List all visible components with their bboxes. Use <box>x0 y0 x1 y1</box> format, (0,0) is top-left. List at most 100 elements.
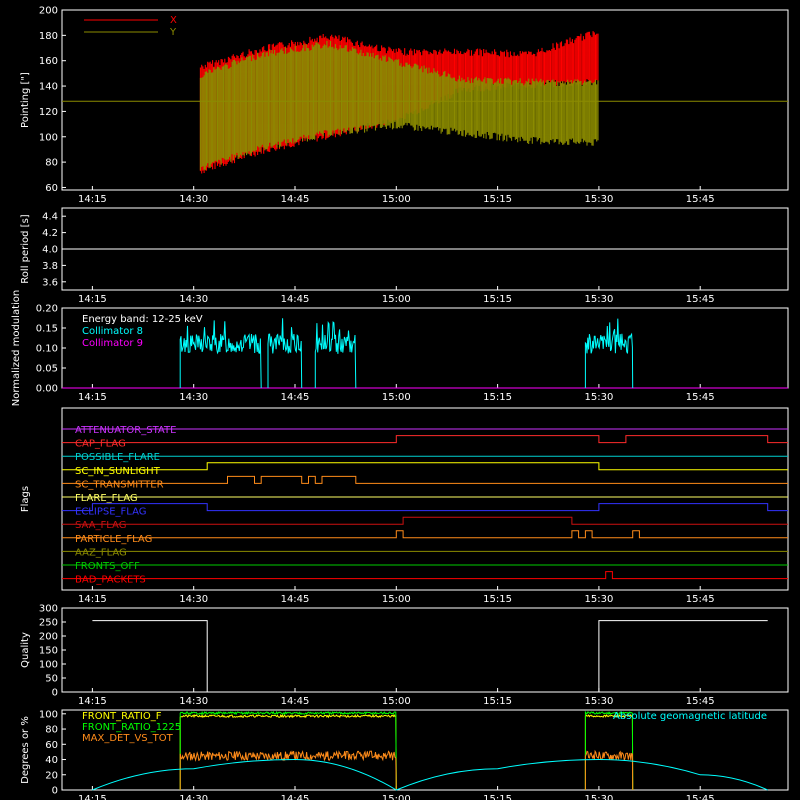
flag-label: PARTICLE_FLAG <box>75 534 152 545</box>
y-tick-label: 0.05 <box>36 364 58 375</box>
y-tick-label: 0 <box>52 786 58 797</box>
y-tick-label: 3.6 <box>42 277 58 288</box>
flag-label: FLARE_FLAG <box>75 493 138 504</box>
x-tick-label: 14:15 <box>78 794 107 800</box>
panel-3: 14:15 14:30 14:45 15:00 15:15 15:30 15:45 0.00 0… <box>11 290 789 407</box>
x-tick-label: 15:30 <box>584 594 613 605</box>
panel-6: 14:15 14:30 14:45 15:00 15:15 15:30 15:45 0 20 40… <box>20 709 789 800</box>
x-tick-label: 15:30 <box>584 696 613 707</box>
panel-2: 14:15 14:30 14:45 15:00 15:15 15:30 15:45 3.6 3.… <box>20 207 789 305</box>
x-tick-label: 15:15 <box>483 392 512 403</box>
series-absolute-geomagnetic-latitude <box>92 758 768 791</box>
flag-label: AAZ_FLAG <box>75 547 127 558</box>
series-front-ratio-f <box>179 713 397 791</box>
y-tick-label: 80 <box>45 158 58 169</box>
multi-panel-chart: 14:15 14:30 14:45 15:00 15:15 15:30 15:45 60 80 1… <box>11 6 789 800</box>
x-tick-label: 15:30 <box>584 392 613 403</box>
flag-label: SC_IN_SUNLIGHT <box>75 466 161 477</box>
legend-label: FRONT_RATIO_1225 <box>82 722 181 733</box>
x-tick-label: 15:15 <box>483 594 512 605</box>
x-tick-label: 15:45 <box>686 794 715 800</box>
y-tick-label: 200 <box>39 632 58 643</box>
x-tick-label: 14:15 <box>78 392 107 403</box>
flag-line-eclipse-flag <box>62 503 788 512</box>
y-axis-label: Normalized modulation <box>11 290 22 407</box>
x-tick-label: 14:45 <box>281 392 310 403</box>
y-tick-label: 4.4 <box>42 212 58 223</box>
y-axis-label: Pointing ["] <box>20 72 31 128</box>
y-tick-label: 100 <box>39 132 58 143</box>
x-tick-label: 15:30 <box>584 294 613 305</box>
y-tick-label: 250 <box>39 618 58 629</box>
y-tick-label: 200 <box>39 6 58 17</box>
y-tick-label: 60 <box>45 183 58 194</box>
legend-label-y: Y <box>169 27 177 38</box>
flag-label: SC_TRANSMITTER <box>75 479 164 490</box>
x-tick-label: 14:15 <box>78 594 107 605</box>
x-tick-label: 14:15 <box>78 194 107 205</box>
flag-label: ECLIPSE_FLAG <box>75 507 146 518</box>
collimator-8-segment <box>314 320 357 389</box>
x-tick-label: 15:00 <box>382 794 411 800</box>
x-tick-label: 15:00 <box>382 194 411 205</box>
y-tick-label: 40 <box>45 755 58 766</box>
y-tick-label: 120 <box>39 107 58 118</box>
flag-label: ATTENUATOR_STATE <box>75 425 176 436</box>
legend-title: Energy band: 12-25 keV <box>82 314 203 325</box>
legend-label-x: X <box>170 15 177 26</box>
x-tick-label: 15:45 <box>686 194 715 205</box>
x-tick-label: 15:30 <box>584 194 613 205</box>
legend-label: Collimator 9 <box>82 338 143 349</box>
x-tick-label: 15:30 <box>584 794 613 800</box>
x-tick-label: 15:00 <box>382 696 411 707</box>
x-tick-label: 15:45 <box>686 294 715 305</box>
y-tick-label: 0.15 <box>36 324 58 335</box>
y-axis-label: Degrees or % <box>20 716 31 784</box>
panel-4: 14:15 14:30 14:45 15:00 15:15 15:30 15:45 Flags… <box>20 407 789 605</box>
x-tick-label: 14:30 <box>179 696 208 707</box>
legend-label: FRONT_RATIO_F <box>82 711 162 722</box>
panel-1: 14:15 14:30 14:45 15:00 15:15 15:30 15:45 60 80 1… <box>20 6 789 205</box>
panel-5: 14:15 14:30 14:45 15:00 15:15 15:30 15:45 0 50 10… <box>20 604 789 707</box>
x-tick-label: 14:45 <box>281 594 310 605</box>
y-tick-label: 300 <box>39 604 58 615</box>
x-tick-label: 14:15 <box>78 294 107 305</box>
x-tick-label: 15:00 <box>382 594 411 605</box>
y-tick-label: 150 <box>39 646 58 657</box>
flag-line-sc-in-sunlight <box>62 462 788 471</box>
y-axis-label: Roll period [s] <box>20 214 31 283</box>
y-tick-label: 100 <box>39 660 58 671</box>
series-front-ratio-f <box>584 714 634 791</box>
x-tick-label: 14:45 <box>281 696 310 707</box>
series-max-det-vs-tot <box>179 750 397 791</box>
quality-line <box>92 620 768 693</box>
flag-label: CAP_FLAG <box>75 439 126 450</box>
x-tick-label: 14:30 <box>179 392 208 403</box>
legend-label: MAX_DET_VS_TOT <box>82 733 174 744</box>
flag-line-saa-flag <box>62 516 788 525</box>
flag-label: SAA_FLAG <box>75 520 126 531</box>
series-front-ratio-1225 <box>179 710 397 791</box>
x-tick-label: 14:30 <box>179 194 208 205</box>
collimator-8-segment <box>584 318 634 389</box>
x-tick-label: 15:45 <box>686 392 715 403</box>
flag-label: BAD_PACKETS <box>75 575 146 586</box>
x-tick-label: 15:00 <box>382 392 411 403</box>
flag-line-cap-flag <box>62 435 788 444</box>
x-tick-label: 14:45 <box>281 294 310 305</box>
collimator-8-segment <box>179 320 262 389</box>
y-tick-label: 50 <box>45 674 58 685</box>
x-tick-label: 15:45 <box>686 696 715 707</box>
y-tick-label: 180 <box>39 31 58 42</box>
y-tick-label: 4.2 <box>42 228 58 239</box>
y-tick-label: 160 <box>39 56 58 67</box>
x-tick-label: 14:45 <box>281 194 310 205</box>
y-tick-label: 80 <box>45 725 58 736</box>
x-tick-label: 15:00 <box>382 294 411 305</box>
flag-line-particle-flag <box>62 530 788 539</box>
y-tick-label: 0.20 <box>36 304 58 315</box>
legend-label-right: Absolute geomagnetic latitude <box>613 711 767 722</box>
y-tick-label: 0.00 <box>36 384 58 395</box>
y-tick-label: 60 <box>45 740 58 751</box>
flag-line-bad-packets <box>62 571 788 580</box>
